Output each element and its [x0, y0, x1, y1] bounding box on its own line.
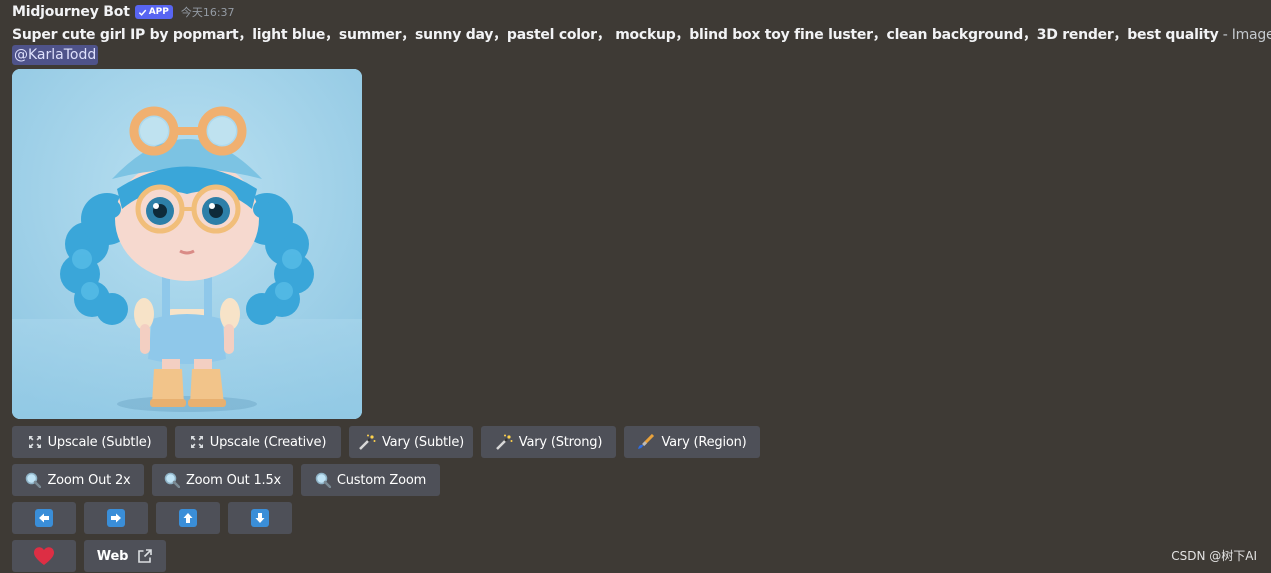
upscale-subtle-button[interactable]: Upscale (Subtle)	[12, 426, 167, 458]
expand-arrows-icon	[28, 435, 42, 449]
prompt-suffix: - Image #2	[1222, 27, 1271, 43]
vary-strong-button[interactable]: Vary (Strong)	[481, 426, 616, 458]
custom-zoom-label: Custom Zoom	[336, 472, 427, 488]
message-header: Midjourney Bot APP 今天16:37	[12, 3, 235, 21]
app-badge-label: APP	[148, 7, 169, 17]
favorite-button[interactable]	[12, 540, 76, 572]
arrow-right-icon	[107, 509, 125, 527]
external-link-icon	[137, 548, 153, 564]
zoom-row: Zoom Out 2x Zoom Out 1.5x Custom Zoom	[12, 464, 440, 496]
upscale-creative-button[interactable]: Upscale (Creative)	[175, 426, 341, 458]
pan-right-button[interactable]	[84, 502, 148, 534]
custom-zoom-button[interactable]: Custom Zoom	[301, 464, 440, 496]
toy-figure-illustration	[12, 69, 362, 419]
expand-arrows-icon	[190, 435, 204, 449]
arrow-down-icon	[251, 509, 269, 527]
verified-check-icon	[138, 9, 146, 16]
pan-up-button[interactable]	[156, 502, 220, 534]
heart-icon	[33, 546, 55, 566]
message-timestamp: 今天16:37	[180, 6, 235, 19]
upscale-creative-label: Upscale (Creative)	[209, 434, 327, 450]
vary-subtle-button[interactable]: Vary (Subtle)	[349, 426, 473, 458]
user-mention[interactable]: @KarlaTodd	[12, 45, 99, 65]
magnifier-icon	[164, 472, 180, 488]
prompt-text: Super cute girl IP by popmart，light blue…	[12, 24, 1271, 44]
paintbrush-icon	[637, 434, 655, 450]
web-label: Web	[96, 548, 129, 564]
zoom-out-1-5x-button[interactable]: Zoom Out 1.5x	[152, 464, 293, 496]
zoom-out-2x-label: Zoom Out 2x	[47, 472, 131, 488]
pan-down-button[interactable]	[228, 502, 292, 534]
generated-image[interactable]	[12, 69, 362, 419]
magic-wand-icon	[495, 434, 513, 450]
app-badge: APP	[134, 5, 173, 19]
magic-wand-icon	[358, 434, 376, 450]
web-button[interactable]: Web	[84, 540, 166, 572]
reaction-row: Web	[12, 540, 166, 572]
zoom-out-2x-button[interactable]: Zoom Out 2x	[12, 464, 144, 496]
pan-row	[12, 502, 292, 534]
zoom-out-1-5x-label: Zoom Out 1.5x	[185, 472, 282, 488]
prompt-bold: Super cute girl IP by popmart，light blue…	[12, 27, 1219, 43]
magnifier-icon	[25, 472, 42, 488]
upscale-vary-row: Upscale (Subtle) Upscale (Creative) Vary…	[12, 426, 760, 458]
arrow-left-icon	[35, 509, 53, 527]
vary-subtle-label: Vary (Subtle)	[382, 434, 465, 450]
arrow-up-icon	[179, 509, 197, 527]
author-name[interactable]: Midjourney Bot	[12, 4, 130, 20]
pan-left-button[interactable]	[12, 502, 76, 534]
vary-strong-label: Vary (Strong)	[518, 434, 603, 450]
magnifier-icon	[315, 472, 331, 488]
watermark: CSDN @树下AI	[1171, 549, 1257, 563]
vary-region-label: Vary (Region)	[661, 434, 747, 450]
vary-region-button[interactable]: Vary (Region)	[624, 426, 760, 458]
upscale-subtle-label: Upscale (Subtle)	[47, 434, 152, 450]
